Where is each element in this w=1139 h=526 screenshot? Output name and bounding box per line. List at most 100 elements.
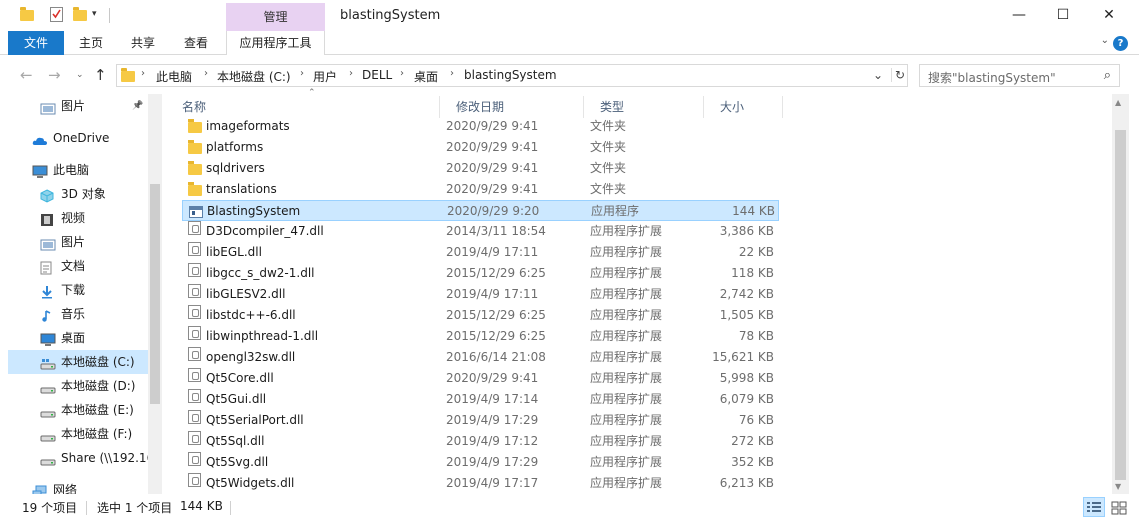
file-row[interactable]: libEGL.dll 2019/4/9 17:11 应用程序扩展 22 KB — [182, 242, 779, 263]
breadcrumb-separator[interactable]: › — [300, 68, 304, 79]
sidebar-item[interactable]: OneDrive — [8, 126, 148, 150]
breadcrumb-desktop[interactable]: 桌面 — [414, 68, 438, 85]
file-row[interactable]: imageformats 2020/9/29 9:41 文件夹 — [182, 116, 779, 137]
file-row[interactable]: sqldrivers 2020/9/29 9:41 文件夹 — [182, 158, 779, 179]
file-row[interactable]: Qt5Widgets.dll 2019/4/9 17:17 应用程序扩展 6,213 … — [182, 473, 779, 494]
file-size: 6,079 KB — [719, 392, 774, 406]
breadcrumb-blastingsystem[interactable]: blastingSystem — [464, 68, 557, 82]
sidebar-item[interactable]: 桌面 — [8, 326, 148, 350]
sidebar-item-label: 本地磁盘 (E:) — [61, 403, 134, 417]
sidebar-item-label: 网络 — [53, 483, 78, 494]
file-row[interactable]: Qt5Sql.dll 2019/4/9 17:12 应用程序扩展 272 KB — [182, 431, 779, 452]
sidebar-item[interactable]: 下载 — [8, 278, 148, 302]
file-row[interactable]: BlastingSystem 2020/9/29 9:20 应用程序 144 KB — [182, 200, 779, 221]
sidebar-item[interactable]: 图片 📌 — [8, 94, 148, 118]
file-name: Qt5Core.dll — [206, 371, 274, 385]
address-bar[interactable]: › 此电脑 › 本地磁盘 (C:) › 用户 › DELL › 桌面 › bla… — [116, 64, 908, 87]
breadcrumb-users[interactable]: 用户 — [313, 68, 337, 85]
sidebar-item[interactable]: 网络 — [8, 478, 148, 494]
close-button[interactable]: ✕ — [1086, 0, 1132, 31]
recent-locations-icon[interactable]: ⌄ — [76, 70, 84, 80]
file-row[interactable]: translations 2020/9/29 9:41 文件夹 — [182, 179, 779, 200]
sidebar-item[interactable]: 图片 — [8, 230, 148, 254]
file-row[interactable]: Qt5Core.dll 2020/9/29 9:41 应用程序扩展 5,998 KB — [182, 368, 779, 389]
dll-file-icon — [188, 242, 201, 256]
customize-toolbar-icon[interactable]: ▾ — [92, 9, 108, 25]
file-row[interactable]: libstdc++-6.dll 2015/12/29 6:25 应用程序扩展 1,50… — [182, 305, 779, 326]
new-folder-icon[interactable] — [73, 7, 89, 23]
pin-icon[interactable]: 📌 — [132, 94, 143, 118]
sidebar-item[interactable]: 此电脑 — [8, 158, 148, 182]
up-icon[interactable]: ↑ — [94, 66, 107, 84]
column-header-type[interactable]: 类型 — [584, 96, 704, 118]
column-header-name[interactable]: 名称 — [166, 96, 440, 118]
file-row[interactable]: Qt5Gui.dll 2019/4/9 17:14 应用程序扩展 6,079 KB — [182, 389, 779, 410]
breadcrumb-separator[interactable]: › — [450, 68, 454, 79]
tab-share[interactable]: 共享 — [122, 31, 164, 55]
help-icon[interactable]: ? — [1113, 36, 1128, 51]
expand-ribbon-icon[interactable]: ⌄ — [1101, 35, 1109, 46]
file-row[interactable]: libgcc_s_dw2-1.dll 2015/12/29 6:25 应用程序扩展 1… — [182, 263, 779, 284]
file-row[interactable]: D3Dcompiler_47.dll 2014/3/11 18:54 应用程序扩展 3… — [182, 221, 779, 242]
file-row[interactable]: opengl32sw.dll 2016/6/14 21:08 应用程序扩展 15,62… — [182, 347, 779, 368]
breadcrumb-this-pc[interactable]: 此电脑 — [156, 68, 192, 85]
breadcrumb-separator[interactable]: › — [349, 68, 353, 79]
scroll-up-icon[interactable]: ▲ — [1115, 98, 1121, 107]
breadcrumb-drive-c[interactable]: 本地磁盘 (C:) — [217, 68, 291, 85]
file-row[interactable]: Qt5Svg.dll 2019/4/9 17:29 应用程序扩展 352 KB — [182, 452, 779, 473]
sidebar-item[interactable]: 文档 — [8, 254, 148, 278]
scroll-down-icon[interactable]: ▼ — [1115, 482, 1121, 491]
search-icon[interactable]: ⌕ — [1104, 68, 1111, 83]
dll-file-icon — [188, 284, 201, 298]
column-header-date[interactable]: 修改日期 — [440, 96, 584, 118]
file-size: 6,213 KB — [719, 476, 774, 490]
details-view-button[interactable] — [1083, 497, 1105, 517]
videos-icon — [40, 211, 56, 226]
sidebar-item[interactable]: 音乐 — [8, 302, 148, 326]
back-icon[interactable]: ← — [20, 66, 33, 84]
sidebar-item[interactable]: 视频 — [8, 206, 148, 230]
this-pc-icon — [32, 163, 48, 178]
breadcrumb-separator[interactable]: › — [400, 68, 404, 79]
maximize-button[interactable]: ☐ — [1040, 0, 1086, 31]
file-row[interactable]: Qt5SerialPort.dll 2019/4/9 17:29 应用程序扩展 76 … — [182, 410, 779, 431]
refresh-icon[interactable]: ↻ — [891, 68, 905, 82]
file-list-scroll-thumb[interactable] — [1115, 130, 1126, 480]
sidebar-item[interactable]: 本地磁盘 (F:) — [8, 422, 148, 446]
sidebar-item[interactable]: 本地磁盘 (D:) — [8, 374, 148, 398]
sidebar-item[interactable]: Share (\\192.16 — [8, 446, 148, 470]
file-row[interactable]: libGLESV2.dll 2019/4/9 17:11 应用程序扩展 2,742 K… — [182, 284, 779, 305]
ribbon-tabs: 文件 主页 共享 查看 应用程序工具 ⌄ ? — [0, 31, 1139, 55]
file-date: 2015/12/29 6:25 — [446, 266, 546, 280]
large-icons-view-button[interactable] — [1108, 497, 1130, 517]
breadcrumb-dell[interactable]: DELL — [362, 68, 392, 82]
tab-application-tools[interactable]: 应用程序工具 — [226, 31, 325, 55]
file-row[interactable]: platforms 2020/9/29 9:41 文件夹 — [182, 137, 779, 158]
address-dropdown-icon[interactable]: ⌄ — [873, 68, 883, 82]
file-row[interactable]: libwinpthread-1.dll 2015/12/29 6:25 应用程序扩展… — [182, 326, 779, 347]
file-date: 2016/6/14 21:08 — [446, 350, 546, 364]
manage-tab[interactable]: 管理 — [226, 3, 325, 31]
tab-home[interactable]: 主页 — [70, 31, 112, 55]
forward-icon[interactable]: → — [48, 66, 61, 84]
properties-icon[interactable] — [50, 7, 63, 22]
file-name: libstdc++-6.dll — [206, 308, 296, 322]
column-header-size[interactable]: 大小 — [704, 96, 783, 118]
breadcrumb-separator[interactable]: › — [204, 68, 208, 79]
sidebar-item-label: 本地磁盘 (C:) — [61, 355, 135, 369]
tab-file[interactable]: 文件 — [8, 31, 64, 55]
sidebar-scroll-thumb[interactable] — [150, 184, 160, 404]
sidebar-item-label: Share (\\192.16 — [61, 451, 148, 465]
tab-view[interactable]: 查看 — [175, 31, 217, 55]
address-row: ← → ⌄ ↑ › 此电脑 › 本地磁盘 (C:) › 用户 › DELL › … — [0, 56, 1139, 94]
file-date: 2019/4/9 17:12 — [446, 434, 539, 448]
dll-file-icon — [188, 452, 201, 466]
breadcrumb-separator[interactable]: › — [141, 68, 145, 79]
search-box[interactable]: 搜索"blastingSystem" ⌕ — [919, 64, 1120, 87]
title-bar: ▾ 管理 blastingSystem — ☐ ✕ — [0, 0, 1139, 31]
minimize-button[interactable]: — — [996, 0, 1042, 31]
sidebar-item[interactable]: 3D 对象 — [8, 182, 148, 206]
search-input[interactable]: 搜索"blastingSystem" — [928, 69, 1056, 86]
sidebar-item[interactable]: 本地磁盘 (C:) — [8, 350, 149, 374]
sidebar-item[interactable]: 本地磁盘 (E:) — [8, 398, 148, 422]
